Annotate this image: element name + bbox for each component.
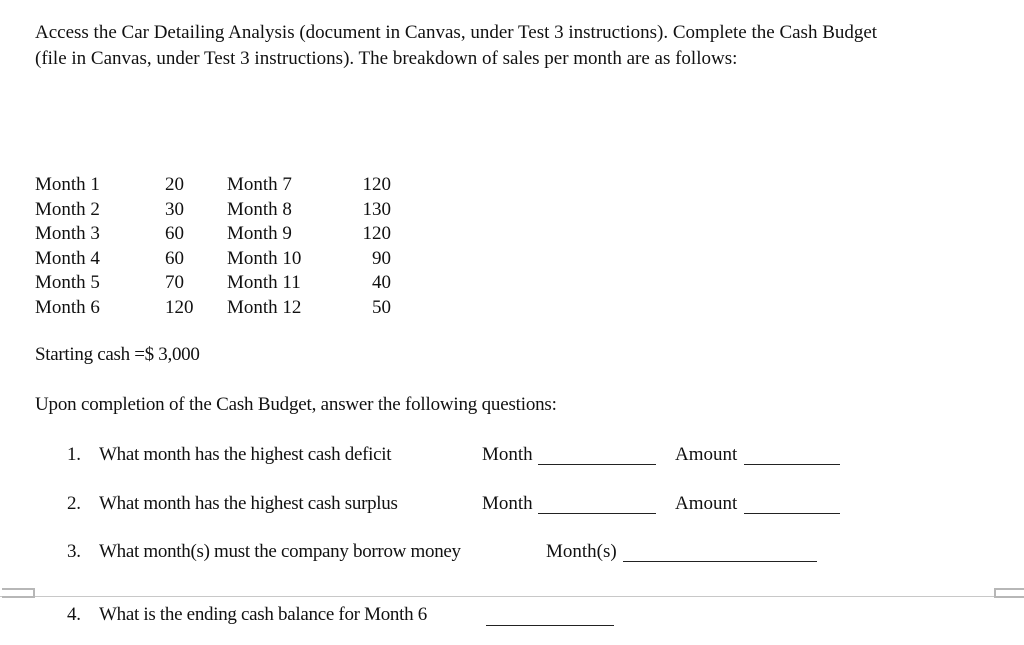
question-text: What is the ending cash balance for Mont… — [99, 604, 427, 625]
amount-blank-label: Amount — [675, 444, 738, 465]
amount-answer-field[interactable] — [744, 495, 840, 514]
sales-value: 60 — [165, 223, 184, 244]
sales-value: 130 — [362, 198, 392, 220]
ending-balance-answer-field[interactable] — [486, 607, 614, 626]
left-margin-marker — [2, 588, 35, 598]
question-number: 3. — [67, 541, 81, 562]
starting-cash: Starting cash =$ 3,000 — [35, 344, 200, 365]
sales-value: 90 — [372, 247, 391, 269]
month-label: Month 12 — [227, 296, 302, 318]
sales-value: 70 — [165, 272, 184, 293]
month-label: Month 3 — [35, 223, 100, 244]
month-label: Month 4 — [35, 247, 100, 269]
question-number: 4. — [67, 604, 81, 625]
month-label: Month 6 — [35, 296, 100, 318]
questions-intro: Upon completion of the Cash Budget, answ… — [35, 394, 557, 415]
sales-value: 120 — [362, 174, 392, 195]
sales-value: 60 — [165, 247, 184, 269]
month-label: Month 7 — [227, 174, 292, 195]
question-text: What month has the highest cash surplus — [99, 493, 398, 514]
sales-value: 120 — [362, 223, 392, 244]
right-margin-marker — [994, 588, 1024, 598]
amount-answer-field[interactable] — [744, 446, 840, 465]
month-blank-label: Month — [482, 444, 533, 465]
month-label: Month 5 — [35, 272, 100, 293]
question-text: What month has the highest cash deficit — [99, 444, 392, 465]
month-label: Month 8 — [227, 198, 292, 220]
page-break-divider — [0, 596, 1024, 597]
month-label: Month 9 — [227, 223, 292, 244]
sales-value: 50 — [372, 296, 391, 318]
month-answer-field[interactable] — [538, 495, 656, 514]
sales-value: 30 — [165, 198, 184, 220]
intro-paragraph: Access the Car Detailing Analysis (docum… — [35, 22, 878, 69]
months-blank-label: Month(s) — [546, 541, 617, 562]
month-label: Month 11 — [227, 272, 301, 293]
month-label: Month 1 — [35, 174, 100, 195]
question-text: What month(s) must the company borrow mo… — [99, 541, 461, 562]
question-number: 2. — [67, 493, 81, 514]
month-label: Month 2 — [35, 198, 100, 220]
amount-blank-label: Amount — [675, 493, 738, 514]
month-answer-field[interactable] — [538, 446, 656, 465]
question-number: 1. — [67, 444, 81, 465]
months-answer-field[interactable] — [623, 543, 817, 562]
month-label: Month 10 — [227, 247, 302, 269]
sales-value: 120 — [165, 296, 194, 318]
sales-value: 40 — [372, 272, 391, 293]
month-blank-label: Month — [482, 493, 533, 514]
sales-value: 20 — [165, 174, 184, 195]
